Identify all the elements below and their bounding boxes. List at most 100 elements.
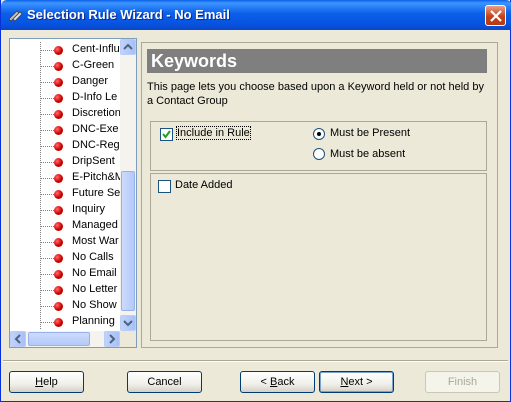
must-be-absent-label[interactable]: Must be absent <box>330 148 405 160</box>
back-button[interactable]: < Back <box>240 371 315 393</box>
tree-connector <box>41 274 55 275</box>
tree-item[interactable]: Most War <box>10 234 120 250</box>
title-bar[interactable]: Selection Rule Wizard - No Email <box>1 0 511 30</box>
tree-item[interactable]: No Calls <box>10 250 120 266</box>
next-button[interactable]: Next > <box>319 371 394 393</box>
window-title: Selection Rule Wizard - No Email <box>27 7 230 22</box>
tree-item[interactable]: Danger <box>10 74 120 90</box>
tree-item[interactable]: No Show <box>10 298 120 314</box>
include-in-rule-label[interactable]: Include in Rule <box>176 126 251 140</box>
wizard-window: Selection Rule Wizard - No Email Cent-In… <box>0 0 511 402</box>
tree-item[interactable]: D-Info Le <box>10 90 120 106</box>
tree-connector <box>41 258 55 259</box>
category-tree[interactable]: Cent-Influ C-Green Danger D-Info Le Discreti… <box>9 38 137 348</box>
tree-item-label: No Letter <box>72 283 118 295</box>
must-be-present-radio[interactable] <box>313 128 325 140</box>
tree-item[interactable]: No Letter <box>10 282 120 298</box>
tree-item-label: No Calls <box>72 251 114 263</box>
wizard-icon <box>7 7 23 23</box>
tree-item[interactable]: Discretion <box>10 106 120 122</box>
keyword-checkbox[interactable] <box>158 180 171 193</box>
tree-item[interactable]: Cent-Influ <box>10 42 120 58</box>
panel-title: Keywords <box>151 51 238 71</box>
tree-item-label: DNC-Reg <box>72 139 120 151</box>
must-be-absent-radio[interactable] <box>313 148 325 160</box>
tree-item[interactable]: Managed <box>10 218 120 234</box>
panel-header: Keywords <box>147 49 487 73</box>
tree-item-label: DripSent <box>72 155 115 167</box>
tree-connector <box>41 242 55 243</box>
red-bullet-icon <box>54 174 63 183</box>
red-bullet-icon <box>54 62 63 71</box>
red-bullet-icon <box>54 238 63 247</box>
red-bullet-icon <box>54 302 63 311</box>
vertical-scrollbar[interactable] <box>120 39 136 331</box>
tree-item-label: Managed <box>72 219 118 231</box>
close-icon[interactable] <box>485 5 506 26</box>
tree-connector <box>41 290 55 291</box>
tree-item[interactable]: Inquiry <box>10 202 120 218</box>
horizontal-scroll-thumb[interactable] <box>28 332 90 346</box>
button-separator <box>3 360 508 362</box>
tree-connector <box>41 114 55 115</box>
vertical-scroll-thumb[interactable] <box>121 171 135 311</box>
tree-item[interactable]: E-Pitch&M <box>10 170 120 186</box>
tree-connector <box>41 322 55 323</box>
must-be-present-label[interactable]: Must be Present <box>330 127 410 139</box>
tree-item-label: Future Se <box>72 187 120 199</box>
tree-item[interactable]: C-Green <box>10 58 120 74</box>
tree-item[interactable]: DripSent <box>10 154 120 170</box>
tree-item-label: No Email <box>72 267 117 279</box>
red-bullet-icon <box>54 190 63 199</box>
tree-connector <box>41 50 55 51</box>
tree-connector <box>41 98 55 99</box>
chevron-up-icon <box>123 43 133 50</box>
tree-connector <box>41 162 55 163</box>
tree-connector <box>41 146 55 147</box>
finish-button: Finish <box>425 371 500 393</box>
chevron-right-icon <box>109 334 116 344</box>
red-bullet-icon <box>54 318 63 327</box>
tree-item-label: Most War <box>72 235 119 247</box>
tree-item-label: Planning <box>72 315 115 327</box>
rule-options-group: Include in Rule Must be Present Must be … <box>150 121 487 171</box>
tree-item-label: Discretion <box>72 107 120 119</box>
tree-item-label: C-Green <box>72 59 115 71</box>
red-bullet-icon <box>54 142 63 151</box>
tree-connector <box>41 82 55 83</box>
horizontal-scrollbar[interactable] <box>10 331 120 347</box>
tree-connector <box>41 66 55 67</box>
tree-connector <box>41 130 55 131</box>
tree-item-label: DNC-Exe <box>72 123 119 135</box>
tree-item-label: Inquiry <box>72 203 106 215</box>
tree-item[interactable]: Future Se <box>10 186 120 202</box>
keyword-label[interactable]: Date Added <box>175 179 233 191</box>
cancel-button[interactable]: Cancel <box>127 371 202 393</box>
include-in-rule-checkbox[interactable] <box>160 128 173 141</box>
tree-item[interactable]: DNC-Exe <box>10 122 120 138</box>
tree-item-label: Danger <box>72 75 109 87</box>
tree-item-label: D-Info Le <box>72 91 118 103</box>
tree-item[interactable]: No Email <box>10 266 120 282</box>
tree-connector <box>41 210 55 211</box>
red-bullet-icon <box>54 126 63 135</box>
scroll-right-button[interactable] <box>104 331 120 347</box>
tree-item[interactable]: Planning <box>10 314 120 329</box>
tree-item[interactable]: DNC-Reg <box>10 138 120 154</box>
tree-connector <box>41 226 55 227</box>
tree-item-label: Cent-Influ <box>72 43 120 55</box>
keyword-list[interactable]: Date Added <box>150 173 487 341</box>
red-bullet-icon <box>54 286 63 295</box>
tree-item-label: E-Pitch&M <box>72 171 120 183</box>
help-button[interactable]: Help <box>9 371 84 393</box>
scroll-down-button[interactable] <box>120 315 136 331</box>
red-bullet-icon <box>54 254 63 263</box>
scroll-left-button[interactable] <box>10 331 26 347</box>
radio-selected-dot <box>317 132 321 136</box>
red-bullet-icon <box>54 110 63 119</box>
red-bullet-icon <box>54 78 63 87</box>
red-bullet-icon <box>54 206 63 215</box>
panel-description: This page lets you choose based upon a K… <box>147 81 484 107</box>
scroll-up-button[interactable] <box>120 39 136 55</box>
red-bullet-icon <box>54 270 63 279</box>
